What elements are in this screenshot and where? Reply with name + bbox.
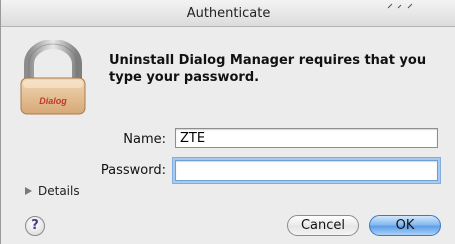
ok-button[interactable]: OK xyxy=(369,215,441,236)
title-bar-marks xyxy=(387,3,413,9)
help-button[interactable]: ? xyxy=(25,216,45,236)
title-bar[interactable]: Authenticate xyxy=(1,0,455,27)
cancel-button[interactable]: Cancel xyxy=(287,215,359,236)
details-label[interactable]: Details xyxy=(38,184,80,198)
disclosure-triangle-icon[interactable] xyxy=(25,187,32,195)
details-disclosure[interactable]: Details xyxy=(25,184,80,198)
password-label: Password: xyxy=(100,163,166,178)
password-field[interactable] xyxy=(175,160,438,181)
lock-badge-text: Dialog xyxy=(39,96,67,106)
name-label: Name: xyxy=(123,132,166,147)
dialog-message: Uninstall Dialog Manager requires that y… xyxy=(109,53,427,85)
padlock-icon: Dialog xyxy=(20,40,86,115)
authenticate-dialog: Authenticate Dialog Uninstall Dialog Man… xyxy=(0,0,455,244)
name-field[interactable] xyxy=(175,128,438,148)
